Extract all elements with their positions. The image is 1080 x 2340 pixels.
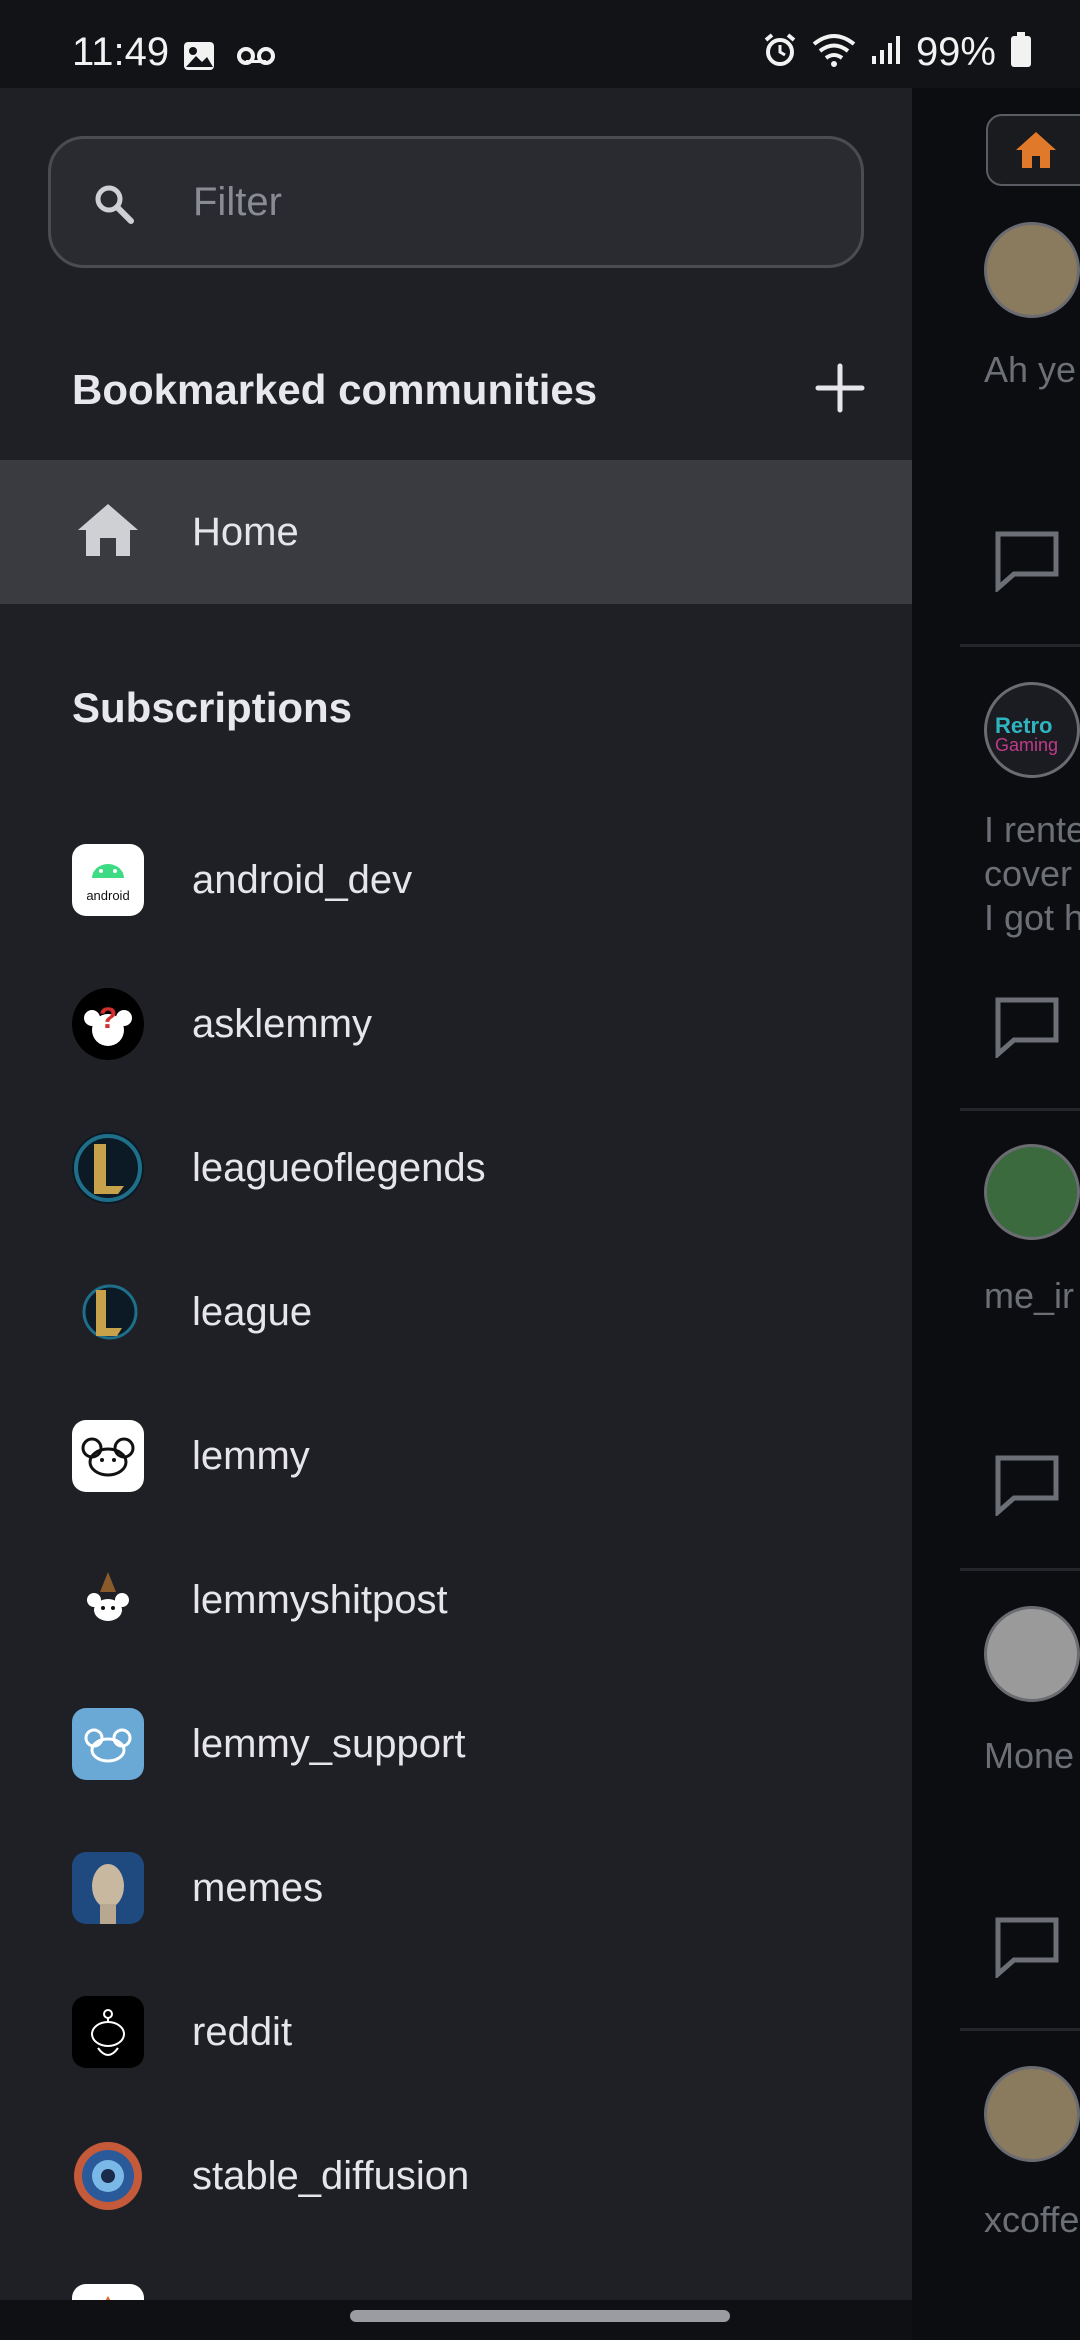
subscription-label: lemmy_support (192, 1722, 466, 1766)
subscription-item-reddit[interactable]: reddit (0, 1960, 912, 2104)
league-logo-icon (72, 1276, 144, 1348)
post-avatar[interactable] (984, 1606, 1080, 1702)
comment-icon[interactable] (992, 1452, 1062, 1516)
subscription-label: stable_diffusion (192, 2154, 470, 2198)
feed-home-chip[interactable] (986, 114, 1080, 186)
league-logo-icon (72, 1132, 144, 1204)
lemmy-party-icon (72, 1564, 144, 1636)
divider (960, 1568, 1080, 1571)
meme-face-icon (72, 1852, 144, 1924)
lemmy-icon (72, 1420, 144, 1492)
gesture-home-indicator[interactable] (350, 2310, 730, 2322)
navigation-drawer: Bookmarked communities Home Subscription… (0, 88, 912, 2300)
divider (960, 644, 1080, 647)
wifi-icon (812, 32, 856, 73)
summit-icon (72, 2284, 144, 2300)
subscription-label: memes (192, 1866, 324, 1910)
subscription-item-asklemmy[interactable]: ? asklemmy (0, 952, 912, 1096)
subscription-label: leagueoflegends (192, 1146, 486, 1190)
post-avatar[interactable] (984, 2066, 1080, 2162)
subscription-label: league (192, 1290, 313, 1334)
post-snippet: xcoffe (984, 2199, 1080, 2240)
subscription-label: summit (192, 2298, 321, 2300)
subscription-item-stable-diffusion[interactable]: stable_diffusion (0, 2104, 912, 2248)
post-snippet: Ah ye (984, 349, 1077, 390)
home-icon (76, 502, 140, 563)
alarm-icon (762, 32, 798, 73)
gallery-icon (182, 40, 216, 77)
post-snippet: I got h (984, 897, 1080, 938)
status-time: 11:49 (72, 30, 170, 74)
subscription-item-lemmyshitpost[interactable]: lemmyshitpost (0, 1528, 912, 1672)
stable-diffusion-icon (72, 2140, 144, 2212)
battery-percent: 99% (915, 30, 996, 74)
subscription-item-android-dev[interactable]: android android_dev (0, 808, 912, 952)
subscription-item-lemmy[interactable]: lemmy (0, 1384, 912, 1528)
comment-icon[interactable] (992, 528, 1062, 592)
subscription-item-leagueoflegends[interactable]: leagueoflegends (0, 1096, 912, 1240)
status-bar: 11:49 99% (0, 0, 1080, 88)
home-icon (1016, 132, 1056, 168)
post-snippet: Mone (984, 1735, 1075, 1776)
subscription-label: lemmy (192, 1434, 310, 1478)
svg-text:?: ? (99, 1002, 117, 1035)
subscription-item-summit[interactable]: summit (0, 2248, 912, 2300)
battery-icon (1010, 32, 1032, 73)
signal-icon (870, 34, 902, 71)
subscription-item-league[interactable]: league (0, 1240, 912, 1384)
subscriptions-title: Subscriptions (72, 684, 353, 731)
subscription-item-memes[interactable]: memes (0, 1816, 912, 1960)
post-avatar[interactable] (984, 1144, 1080, 1240)
post-avatar[interactable]: Retro Gaming (984, 682, 1080, 778)
lemmy-support-icon (72, 1708, 144, 1780)
search-icon (93, 183, 135, 230)
subscription-item-lemmy-support[interactable]: lemmy_support (0, 1672, 912, 1816)
subscription-label: asklemmy (192, 1002, 373, 1046)
filter-input[interactable] (193, 139, 833, 265)
divider (960, 1108, 1080, 1111)
subscription-label: android_dev (192, 858, 413, 902)
post-snippet: me_ir (984, 1275, 1075, 1316)
subscription-label: reddit (192, 2010, 293, 2054)
asklemmy-icon: ? (72, 988, 144, 1060)
post-avatar[interactable] (984, 222, 1080, 318)
comment-icon[interactable] (992, 994, 1062, 1058)
home-label: Home (192, 510, 299, 554)
post-snippet: I rente (984, 809, 1080, 850)
add-bookmark-button[interactable] (810, 358, 870, 418)
voicemail-icon (236, 45, 276, 72)
feed-background: Ah ye Retro Gaming I rente cover I got h… (912, 88, 1080, 2340)
svg-text:android: android (86, 888, 129, 903)
post-snippet: cover (984, 853, 1073, 894)
plus-icon (815, 363, 865, 413)
subscription-label: lemmyshitpost (192, 1578, 448, 1622)
bookmarked-communities-title: Bookmarked communities (72, 366, 598, 413)
filter-field[interactable] (48, 136, 864, 268)
android-icon: android (72, 844, 144, 916)
divider (960, 2028, 1080, 2031)
reddit-icon (72, 1996, 144, 2068)
drawer-item-home[interactable]: Home (0, 460, 912, 604)
comment-icon[interactable] (992, 1914, 1062, 1978)
